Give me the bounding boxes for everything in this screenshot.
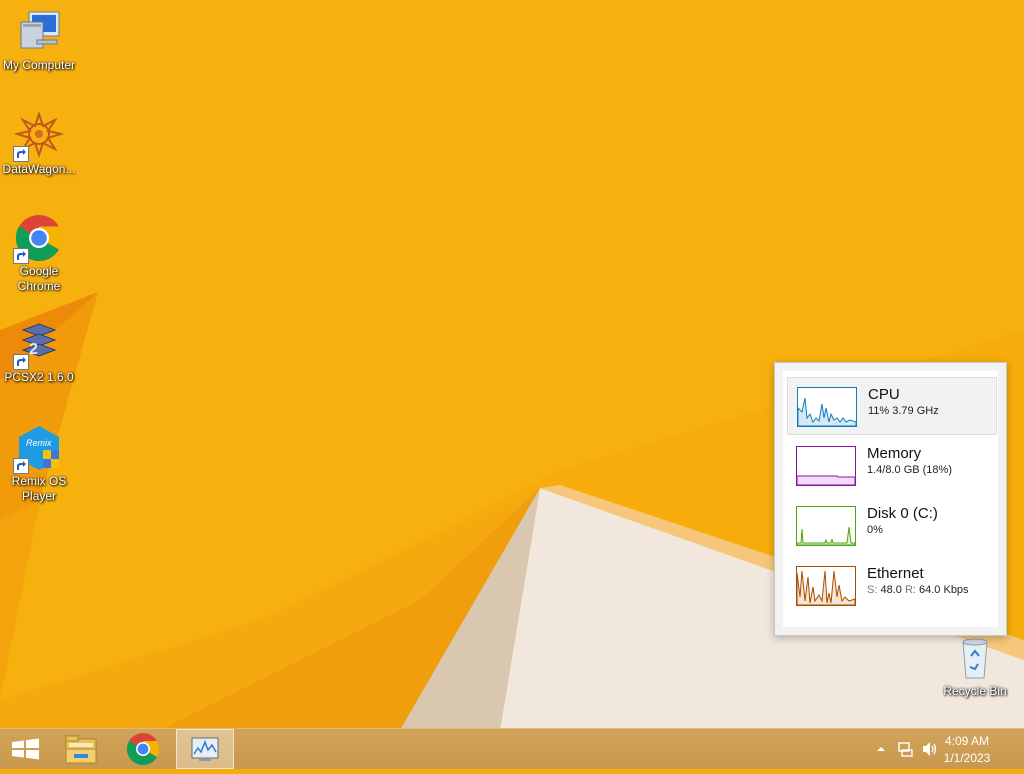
network-button[interactable] <box>898 741 914 762</box>
shortcut-arrow-icon <box>13 146 29 162</box>
desktop-icon-label: Google Chrome <box>17 264 61 293</box>
desktop-icon-my-computer[interactable]: My Computer <box>0 8 78 73</box>
perf-item-detail: S: 48.0 R: 64.0 Kbps <box>867 584 969 596</box>
datawagon-icon <box>13 110 65 162</box>
taskbar-chrome[interactable] <box>114 729 170 769</box>
desktop-icon-label: My Computer <box>2 58 76 72</box>
desktop-icon-label: DataWagon... <box>2 162 76 176</box>
taskbar: 4:09 AM 1/1/2023 <box>0 728 1024 769</box>
ethernet-graph <box>796 566 856 606</box>
computer-icon <box>15 8 63 56</box>
perf-item-detail: 0% <box>867 524 883 536</box>
performance-flyout: CPU 11% 3.79 GHz Memory 1.4/8.0 GB (18%)… <box>774 362 1007 636</box>
perf-item-detail: 1.4/8.0 GB (18%) <box>867 464 952 476</box>
recycle-bin-icon <box>951 634 999 682</box>
shortcut-arrow-icon <box>13 458 29 474</box>
clock-time[interactable]: 4:09 AM <box>932 734 1002 748</box>
send-label: S: <box>867 584 878 596</box>
perf-item-name: CPU <box>868 386 900 403</box>
performance-flyout-list: CPU 11% 3.79 GHz Memory 1.4/8.0 GB (18%)… <box>783 371 998 627</box>
taskbar-task-manager[interactable] <box>176 729 234 769</box>
perf-item-memory[interactable]: Memory 1.4/8.0 GB (18%) <box>787 437 997 495</box>
taskbar-file-explorer[interactable] <box>56 729 112 769</box>
desktop-icon-label: PCSX2 1.6.0 <box>4 370 74 384</box>
network-icon <box>898 742 913 757</box>
desktop-icon-remix-os-player[interactable]: Remix Remix OS Player <box>0 424 78 504</box>
perf-item-name: Ethernet <box>867 565 924 582</box>
chrome-icon <box>13 214 63 264</box>
perf-item-disk[interactable]: Disk 0 (C:) 0% <box>787 497 997 555</box>
remix-os-icon: Remix <box>13 424 63 474</box>
task-manager-icon <box>191 737 219 761</box>
chrome-icon <box>126 733 160 766</box>
show-hidden-icons-button[interactable] <box>876 741 886 762</box>
memory-graph <box>796 446 856 486</box>
clock-date[interactable]: 1/1/2023 <box>932 751 1002 765</box>
shortcut-arrow-icon <box>13 248 29 264</box>
desktop-icon-pcsx2[interactable]: 2 PCSX2 1.6.0 <box>0 320 78 385</box>
show-hidden-icons-icon <box>877 747 885 751</box>
desktop-icon-label: Remix OS Player <box>11 474 67 503</box>
disk-graph <box>796 506 856 546</box>
perf-item-cpu[interactable]: CPU 11% 3.79 GHz <box>787 377 997 435</box>
shortcut-arrow-icon <box>13 354 29 370</box>
file-explorer-icon <box>65 735 97 764</box>
start-button[interactable] <box>0 729 56 769</box>
desktop-icon-datawagon[interactable]: DataWagon... <box>0 110 78 177</box>
perf-item-name: Memory <box>867 445 922 462</box>
receive-label: R: <box>904 584 916 596</box>
desktop-icon-recycle-bin[interactable]: Recycle Bin <box>936 634 1014 699</box>
desktop-icon-label: Recycle Bin <box>943 684 1007 698</box>
perf-item-name: Disk 0 (C:) <box>867 505 938 522</box>
perf-item-ethernet[interactable]: Ethernet S: 48.0 R: 64.0 Kbps <box>787 557 997 615</box>
send-value: 48.0 <box>880 584 902 596</box>
desktop-icon-google-chrome[interactable]: Google Chrome <box>0 214 78 294</box>
svg-text:2: 2 <box>29 341 38 358</box>
svg-text:Remix: Remix <box>26 438 52 448</box>
pcsx2-icon: 2 <box>13 320 63 370</box>
perf-item-detail: 11% 3.79 GHz <box>868 405 939 417</box>
cpu-graph <box>797 387 857 427</box>
start-icon <box>12 738 39 760</box>
receive-value: 64.0 Kbps <box>919 584 969 596</box>
